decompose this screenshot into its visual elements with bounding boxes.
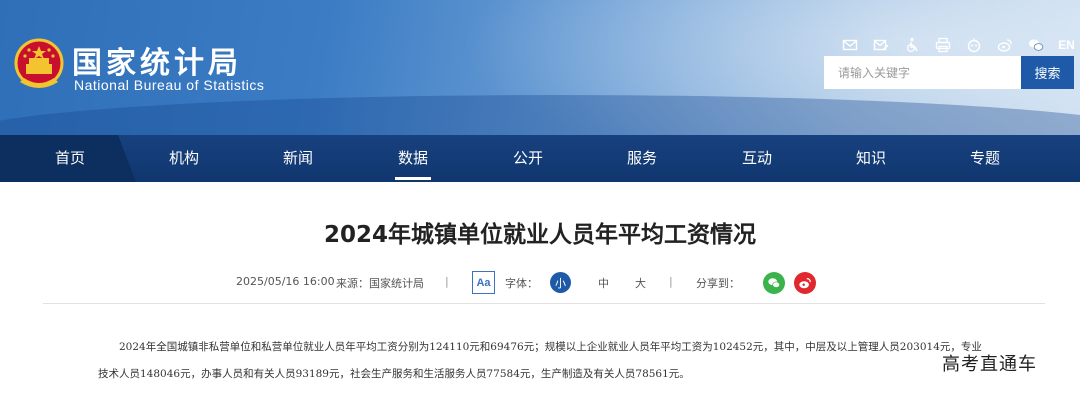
nav-item-interaction[interactable]: 互动 [727,135,787,182]
mail-edit-icon[interactable] [865,35,896,55]
font-size-label: 字体： [505,277,538,290]
nav-item-organization[interactable]: 机构 [154,135,214,182]
nav-item-home[interactable]: 首页 [40,135,100,182]
article-source: 来源：国家统计局 [336,277,424,290]
meta-divider: | [669,275,673,288]
nav-item-news[interactable]: 新闻 [268,135,328,182]
font-size-large-button[interactable]: 大 [635,275,646,291]
nav-item-knowledge[interactable]: 知识 [841,135,901,182]
weibo-share-icon[interactable] [794,272,816,294]
font-size-medium-button[interactable]: 中 [598,275,609,291]
search-input[interactable] [824,56,1022,89]
font-size-small-button[interactable]: 小 [550,272,571,293]
article-title: 2024年城镇单位就业人员年平均工资情况 [323,222,756,248]
nav-item-data[interactable]: 数据 [383,135,443,182]
language-en-link[interactable]: EN [1051,35,1080,55]
nav-item-service[interactable]: 服务 [612,135,672,182]
weibo-icon[interactable] [989,35,1020,55]
main-nav: 首页 机构 新闻 数据 公开 服务 互动 知识 专题 [0,135,1080,182]
header-tools: EN [834,35,1080,55]
site-logo-title[interactable]: 国家统计局 [72,38,242,82]
wechat-icon[interactable] [1020,35,1051,55]
nav-item-open[interactable]: 公开 [498,135,558,182]
site-header: 国家统计局 National Bureau of Statistics EN 搜… [0,0,1080,135]
meta-divider: | [445,275,449,288]
accessibility-icon[interactable] [896,35,927,55]
article-body: 2024年全国城镇非私营单位和私营单位就业人员年平均工资分别为124110元和6… [98,341,982,380]
search-button[interactable]: 搜索 [1021,56,1074,89]
wechat-share-icon[interactable] [763,272,785,294]
article-date: 2025/05/16 16:00 [236,275,335,288]
nav-item-topics[interactable]: 专题 [955,135,1015,182]
robot-icon[interactable] [958,35,989,55]
watermark-text: 高考直通车 [942,354,1037,375]
font-size-icon: Aa [472,271,495,294]
share-label: 分享到： [696,277,740,290]
national-emblem-icon[interactable] [14,38,64,94]
print-icon[interactable] [927,35,958,55]
article-divider [43,303,1045,304]
mail-icon[interactable] [834,35,865,55]
site-logo-subtitle[interactable]: National Bureau of Statistics [74,77,264,93]
